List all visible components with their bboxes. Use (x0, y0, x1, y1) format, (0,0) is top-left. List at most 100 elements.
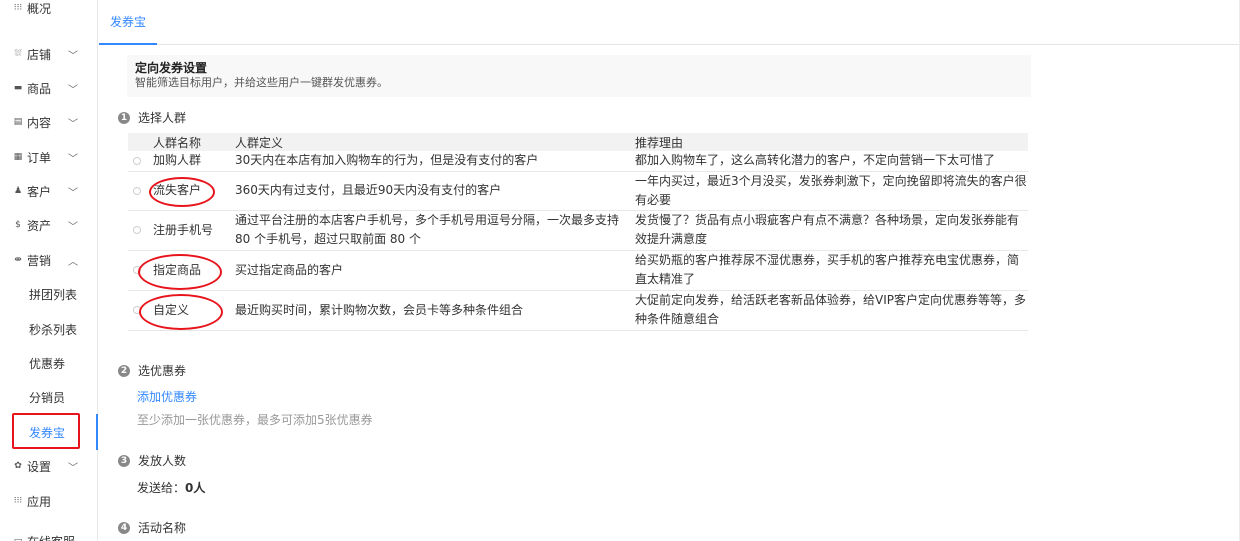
chevron-down-icon: ﹀ (68, 221, 78, 233)
customer-icon: ♟ (13, 186, 23, 196)
sidebar-item-settings[interactable]: ✿ 设置 ﹀ (0, 449, 98, 483)
tab-coupon-dispatch[interactable]: 发券宝 (99, 0, 157, 45)
table-row[interactable]: 指定商品 买过指定商品的客户 给买奶瓶的客户推荐尿不湿优惠券，买手机的客户推荐充… (128, 250, 1028, 291)
step-select-group: 1 选择人群 (118, 109, 186, 126)
store-icon: ⛆ (14, 49, 22, 59)
step-activity-name: 4 活动名称 (118, 519, 186, 536)
radio-button[interactable] (133, 266, 141, 274)
sidebar: ⁝⁝⁝ 概况 ⛆ 店铺 ﹀ ▬ 商品 ﹀ ▤ 内容 ﹀ ▦ 订单 ﹀ ♟ 客户 … (0, 0, 98, 541)
chevron-down-icon: ﹀ (68, 118, 78, 130)
sidebar-item-marketing[interactable]: ⇼ 营销 ︿ (0, 243, 98, 277)
marketing-icon: ⇼ (14, 255, 22, 265)
radio-button[interactable] (133, 186, 141, 195)
sidebar-item-overview[interactable]: ⁝⁝⁝ 概况 (0, 0, 98, 25)
chevron-down-icon: ﹀ (68, 50, 78, 62)
annotation-box (12, 413, 80, 449)
send-count: 发送给：0人 (137, 479, 205, 496)
sidebar-item-order[interactable]: ▦ 订单 ﹀ (0, 140, 98, 174)
sidebar-item-label: 概况 (27, 1, 52, 16)
sidebar-item-online-service[interactable]: ▭ 在线客服 (0, 524, 98, 541)
content-icon: ▤ (13, 117, 23, 127)
table-row[interactable]: 注册手机号 通过平台注册的本店客户手机号，多个手机号用逗号分隔，一次最多支持 8… (128, 210, 1028, 251)
group-name: 自定义 (148, 290, 230, 331)
group-definition: 30天内在本店有加入购物车的行为，但是没有支付的客户 (230, 151, 630, 172)
coupon-hint: 至少添加一张优惠券，最多可添加5张优惠券 (137, 413, 373, 427)
asset-icon: $ (15, 220, 21, 230)
group-definition: 最近购买时间，累计购物次数，会员卡等多种条件组合 (230, 290, 630, 331)
table-row[interactable]: 加购人群 30天内在本店有加入购物车的行为，但是没有支付的客户 都加入购物车了，… (128, 151, 1028, 172)
info-desc: 智能筛选目标用户，并给这些用户一键群发优惠券。 (135, 76, 388, 89)
grid-icon: ⁝⁝⁝ (13, 3, 23, 13)
gear-icon: ✿ (14, 461, 22, 471)
sidebar-sub-group-buy[interactable]: 拼团列表 (0, 277, 98, 311)
goods-icon: ▬ (13, 83, 23, 93)
info-box: 定向发券设置 智能筛选目标用户，并给这些用户一键群发优惠券。 (127, 55, 1031, 97)
table-header-reason: 推荐理由 (630, 133, 1028, 151)
group-table: 人群名称 人群定义 推荐理由 加购人群 30天内在本店有加入购物车的行为，但是没… (128, 133, 1028, 331)
group-reason: 大促前定向发券，给活跃老客新品体验券，给VIP客户定向优惠券等等，多种条件随意组… (630, 290, 1028, 331)
sidebar-item-label: 在线客服 (27, 533, 98, 541)
chevron-down-icon: ﹀ (68, 84, 78, 96)
sidebar-item-label: 店铺 (27, 47, 52, 62)
sidebar-item-asset[interactable]: $ 资产 ﹀ (0, 208, 98, 242)
sidebar-item-label: 内容 (27, 115, 52, 130)
group-reason: 一年内买过，最近3个月没买，发张券刺激下，定向挽留即将流失的客户很有必要 (630, 171, 1028, 211)
radio-button[interactable] (133, 306, 141, 314)
sidebar-item-label: 商品 (27, 81, 52, 96)
table-header-name: 人群名称 (148, 133, 230, 151)
group-name: 指定商品 (148, 250, 230, 291)
sidebar-item-apps[interactable]: ⁝⁝⁝ 应用 (0, 484, 98, 518)
active-indicator (96, 414, 98, 450)
group-reason: 给买奶瓶的客户推荐尿不湿优惠券，买手机的客户推荐充电宝优惠券，简直太精准了 (630, 250, 1028, 291)
group-reason: 发货慢了？货品有点小瑕疵客户有点不满意？各种场景，定向发张券能有效提升满意度 (630, 210, 1028, 251)
group-reason: 都加入购物车了，这么高转化潜力的客户，不定向营销一下太可惜了 (630, 151, 1028, 172)
info-title: 定向发券设置 (135, 61, 208, 75)
step-send-count: 3 发放人数 (118, 452, 186, 469)
send-value: 0人 (185, 481, 206, 495)
step-number: 2 (118, 364, 130, 377)
step-label: 选优惠券 (138, 364, 187, 378)
step-number: 1 (118, 111, 130, 124)
sidebar-item-label: 客户 (27, 184, 52, 199)
sidebar-item-label: 营销 (27, 253, 52, 268)
sidebar-sub-flash-sale[interactable]: 秒杀列表 (0, 312, 98, 346)
table-row[interactable]: 流失客户 360天内有过支付，且最近90天内没有支付的客户 一年内买过，最近3个… (128, 171, 1028, 211)
step-label: 发放人数 (138, 454, 187, 468)
sidebar-item-label: 设置 (27, 459, 52, 474)
group-name: 加购人群 (148, 151, 230, 172)
sidebar-item-label: 订单 (27, 150, 52, 165)
sidebar-item-customer[interactable]: ♟ 客户 ﹀ (0, 174, 98, 208)
sidebar-item-store[interactable]: ⛆ 店铺 ﹀ (0, 37, 98, 71)
table-header-row: 人群名称 人群定义 推荐理由 (128, 133, 1028, 151)
table-header-definition: 人群定义 (230, 133, 630, 151)
send-label: 发送给： (137, 481, 186, 495)
group-definition: 买过指定商品的客户 (230, 250, 630, 291)
step-number: 4 (118, 521, 130, 534)
step-select-coupon: 2 选优惠券 (118, 362, 186, 379)
step-label: 选择人群 (138, 111, 187, 125)
step-number: 3 (118, 454, 130, 467)
group-definition: 通过平台注册的本店客户手机号，多个手机号用逗号分隔，一次最多支持 80 个手机号… (230, 210, 630, 251)
chevron-down-icon: ﹀ (68, 153, 78, 165)
radio-button[interactable] (133, 226, 141, 234)
order-icon: ▦ (13, 152, 23, 162)
sidebar-item-label: 资产 (27, 218, 52, 233)
add-coupon-link[interactable]: 添加优惠券 (137, 388, 197, 405)
group-name: 流失客户 (148, 171, 230, 211)
chevron-down-icon: ﹀ (68, 187, 78, 199)
tab-bar: 发券宝 (99, 0, 1240, 45)
step-label: 活动名称 (138, 521, 187, 535)
grid-icon: ⁝⁝⁝ (13, 496, 23, 506)
chevron-up-icon: ︿ (68, 256, 78, 268)
table-row[interactable]: 自定义 最近购买时间，累计购物次数，会员卡等多种条件组合 大促前定向发券，给活跃… (128, 290, 1028, 331)
group-definition: 360天内有过支付，且最近90天内没有支付的客户 (230, 171, 630, 211)
sidebar-item-goods[interactable]: ▬ 商品 ﹀ (0, 71, 98, 105)
sidebar-sub-distributor[interactable]: 分销员 (0, 380, 98, 414)
radio-button[interactable] (133, 156, 141, 165)
chevron-down-icon: ﹀ (68, 462, 78, 474)
group-name: 注册手机号 (148, 210, 230, 251)
table-header-radio (128, 133, 148, 151)
sidebar-item-content[interactable]: ▤ 内容 ﹀ (0, 105, 98, 139)
sidebar-sub-coupon[interactable]: 优惠券 (0, 346, 98, 380)
sidebar-item-label: 应用 (27, 494, 52, 509)
